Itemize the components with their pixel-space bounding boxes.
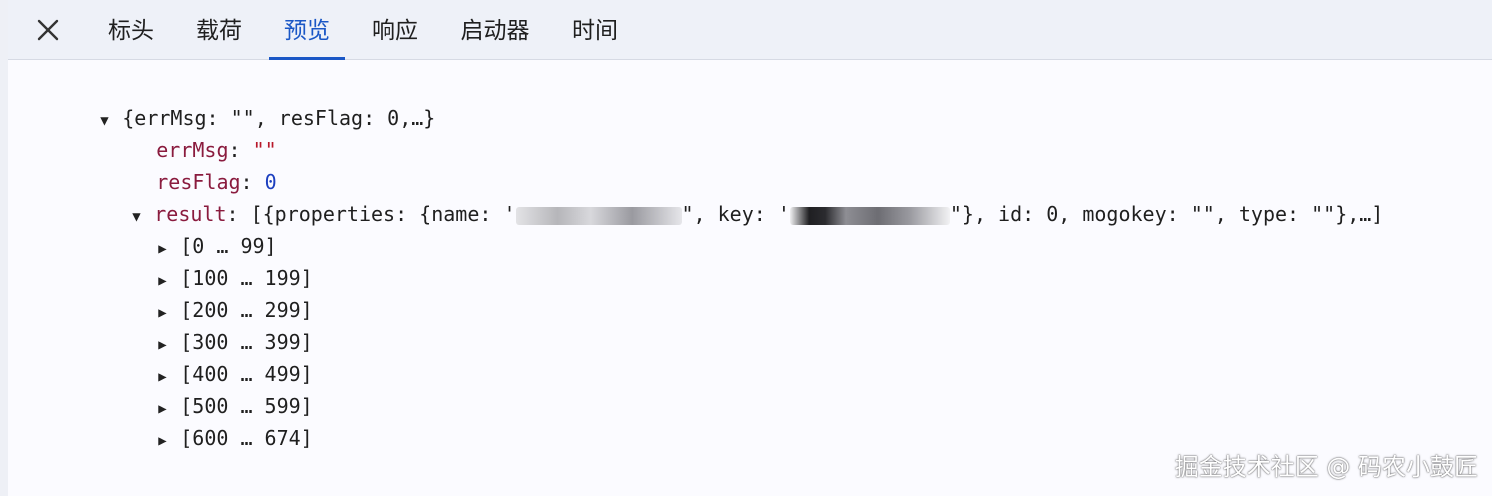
close-button[interactable] — [30, 12, 66, 48]
result-summary-rest: "}, id: 0, mogokey: "", type: ""},…] — [949, 202, 1384, 226]
tree-row-result[interactable]: ▼ result: [{properties: {name: ' ", key: '… — [60, 166, 1383, 226]
tab-response[interactable]: 响应 — [371, 0, 419, 59]
redacted-name — [515, 206, 682, 225]
close-icon — [37, 19, 59, 41]
redacted-key — [789, 206, 950, 225]
tab-timing[interactable]: 时间 — [571, 0, 619, 59]
tab-bar: 标头 载荷 预览 响应 启动器 时间 — [8, 0, 1492, 60]
expand-right-icon[interactable]: ▶ — [158, 425, 180, 457]
result-summary-name-end: ", key: ' — [681, 202, 790, 226]
result-summary-open: [{properties: {name: ' — [250, 202, 516, 226]
tree-row-errmsg[interactable]: errMsg: "" — [84, 102, 276, 162]
tree-row-range[interactable]: ▶ [200 … 299] — [86, 262, 312, 322]
tree-row-range[interactable]: ▶ [100 … 199] — [86, 230, 312, 290]
tree-row-root[interactable]: ▼ {errMsg: "", resFlag: 0,…} — [28, 70, 435, 130]
tree-row-range[interactable]: ▶ [300 … 399] — [86, 294, 312, 354]
tree-row-range[interactable]: ▶ [0 … 99] — [86, 198, 276, 258]
devtools-preview-panel: 标头 载荷 预览 响应 启动器 时间 ▼ {errMsg: "", resFlag… — [0, 0, 1492, 496]
watermark: 掘金技术社区 @ 码农小鼓匠 — [1174, 453, 1478, 481]
tree-row-range[interactable]: ▶ [400 … 499] — [86, 326, 312, 386]
tab-preview[interactable]: 预览 — [269, 0, 345, 60]
tab-payload[interactable]: 载荷 — [195, 0, 243, 59]
tree-row-resflag[interactable]: resFlag: 0 — [84, 134, 276, 194]
range-label: [600 … 674] — [180, 426, 313, 450]
tab-initiator[interactable]: 启动器 — [459, 0, 531, 59]
tab-headers[interactable]: 标头 — [107, 0, 155, 59]
tree-row-range[interactable]: ▶ [500 … 599] — [86, 358, 312, 418]
tree-row-range[interactable]: ▶ [600 … 674] — [86, 390, 312, 450]
